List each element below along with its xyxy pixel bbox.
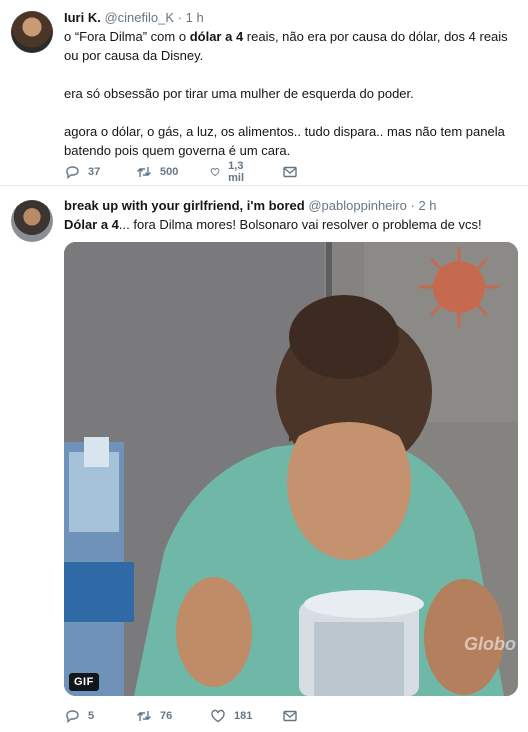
tweet[interactable]: break up with your girlfriend, i'm bored… xyxy=(0,187,528,732)
retweet-count: 500 xyxy=(160,166,179,178)
gif-badge: GIF xyxy=(69,673,99,691)
tweet-header: break up with your girlfriend, i'm bored… xyxy=(64,198,437,214)
envelope-icon xyxy=(283,166,297,178)
like-button[interactable]: 181 xyxy=(210,707,252,725)
text-span: ... fora Dilma mores! Bolsonaro vai reso… xyxy=(118,217,482,232)
direct-message-button[interactable] xyxy=(282,707,298,725)
like-button[interactable]: 1,3 mil xyxy=(210,160,250,184)
avatar[interactable] xyxy=(11,200,53,242)
reply-button[interactable]: 37 xyxy=(64,163,100,181)
timestamp[interactable]: 1 h xyxy=(186,10,204,25)
retweet-icon xyxy=(137,711,151,721)
username-handle[interactable]: @pabloppinheiro xyxy=(308,198,407,213)
retweet-button[interactable]: 500 xyxy=(136,163,178,181)
tweet-text: Dólar a 4... fora Dilma mores! Bolsonaro… xyxy=(64,215,520,234)
retweet-count: 76 xyxy=(160,710,173,722)
display-name[interactable]: Iuri K. xyxy=(64,10,101,25)
separator-dot: · xyxy=(410,198,415,213)
bold-text: dólar a 4 xyxy=(189,29,244,44)
heart-icon xyxy=(210,168,220,177)
avatar[interactable] xyxy=(11,11,53,53)
tweet-paragraph: agora o dólar, o gás, a luz, os alimento… xyxy=(64,124,505,158)
reply-button[interactable]: 5 xyxy=(64,707,94,725)
username-handle[interactable]: @cinefilo_K xyxy=(104,10,174,25)
reply-icon xyxy=(66,710,79,723)
retweet-button[interactable]: 76 xyxy=(136,707,172,725)
timestamp[interactable]: 2 h xyxy=(418,198,436,213)
tweet-paragraph: era só obsessão por tirar uma mulher de … xyxy=(64,86,414,101)
reply-icon xyxy=(66,166,79,179)
tweet[interactable]: Iuri K. @cinefilo_K · 1 h o “Fora Dilma”… xyxy=(0,0,528,186)
separator-dot: · xyxy=(177,10,183,25)
tweet-paragraph: Dólar a 4... fora Dilma mores! Bolsonaro… xyxy=(64,215,520,234)
tweet-paragraph: o “Fora Dilma” com o dólar a 4 reais, nã… xyxy=(64,27,520,65)
gif-media[interactable]: Globo GIF xyxy=(64,242,518,696)
watermark-text: Globo xyxy=(464,634,516,654)
tweet-header: Iuri K. @cinefilo_K · 1 h xyxy=(64,10,204,26)
display-name[interactable]: break up with your girlfriend, i'm bored xyxy=(64,198,305,213)
gif-image xyxy=(64,242,518,696)
tweet-text: o “Fora Dilma” com o dólar a 4 reais, nã… xyxy=(64,27,520,160)
text-span: o “Fora Dilma” com o xyxy=(64,29,190,44)
reply-count: 5 xyxy=(88,710,95,722)
retweet-icon xyxy=(137,167,151,177)
like-count: 181 xyxy=(234,710,253,722)
reply-count: 37 xyxy=(88,166,101,178)
bold-text: Dólar a 4 xyxy=(64,217,119,232)
heart-icon xyxy=(211,709,225,723)
like-count: 1,3 mil xyxy=(228,160,245,184)
direct-message-button[interactable] xyxy=(282,163,298,181)
envelope-icon xyxy=(283,710,297,722)
